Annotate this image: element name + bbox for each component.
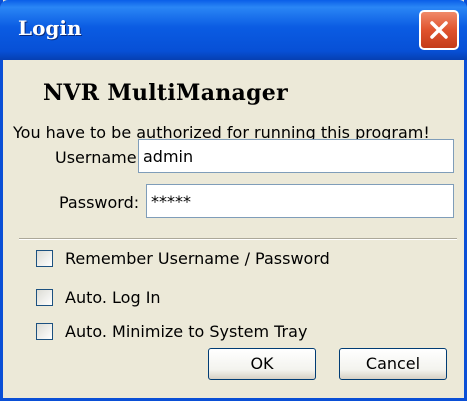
minimize-tray-label: Auto. Minimize to System Tray [65, 321, 308, 341]
ok-button[interactable]: OK [208, 348, 316, 380]
password-label: Password: [59, 193, 140, 212]
remember-label: Remember Username / Password [65, 248, 330, 268]
remember-checkbox[interactable] [36, 249, 53, 267]
remember-option[interactable]: Remember Username / Password [36, 247, 330, 269]
title-bar[interactable]: Login [0, 0, 467, 60]
app-name: NVR MultiManager [43, 80, 288, 106]
window-title: Login [18, 16, 82, 40]
minimize-tray-option[interactable]: Auto. Minimize to System Tray [36, 320, 307, 342]
close-icon [430, 21, 448, 39]
auto-login-checkbox[interactable] [36, 288, 53, 306]
auto-login-label: Auto. Log In [65, 287, 161, 307]
username-label: Username: [55, 148, 142, 167]
login-dialog: Login NVR MultiManager You have to be au… [0, 0, 467, 401]
auto-login-option[interactable]: Auto. Log In [36, 286, 161, 308]
close-button[interactable] [419, 10, 459, 50]
minimize-tray-checkbox[interactable] [36, 322, 53, 340]
separator [19, 238, 457, 240]
cancel-button[interactable]: Cancel [339, 348, 447, 380]
username-input[interactable] [138, 139, 454, 173]
password-input[interactable] [146, 184, 454, 218]
